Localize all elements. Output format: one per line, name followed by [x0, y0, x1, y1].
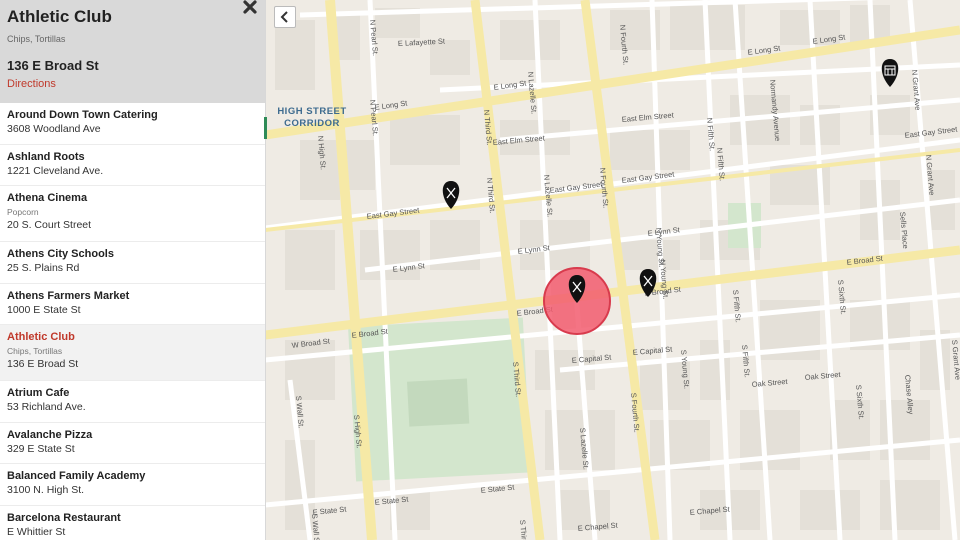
location-list-item[interactable]: Athena Cinema Popcorn 20 S. Court Street	[0, 186, 265, 242]
close-icon[interactable]	[242, 0, 258, 19]
location-address: 3100 N. High St.	[7, 484, 85, 496]
location-name: Avalanche Pizza	[7, 428, 93, 441]
detail-title: Athletic Club	[7, 7, 112, 26]
park-building	[406, 378, 470, 427]
location-address: E Whittier St	[7, 525, 66, 538]
location-list: Around Down Town Catering 3608 Woodland A…	[0, 103, 265, 540]
location-address: 136 E Broad St	[7, 358, 79, 370]
detail-address: 136 E Broad St	[7, 58, 99, 73]
area-label: HIGH STREET	[277, 106, 346, 117]
location-name: Around Down Town Catering	[7, 109, 158, 121]
location-tags: Chips, Tortillas	[7, 346, 63, 356]
location-name: Athens City Schools	[7, 248, 114, 260]
sidebar-toggle-tab[interactable]	[264, 117, 267, 139]
location-list-item[interactable]: Balanced Family Academy 3100 N. High St.	[0, 464, 265, 506]
map-canvas[interactable]: E Lafayette St E Long St E Long St E Lon…	[265, 0, 960, 540]
location-list-item[interactable]: Barcelona Restaurant E Whittier St	[0, 506, 265, 540]
location-list-item[interactable]: Athletic Club Chips, Tortillas 136 E Broad…	[0, 325, 265, 381]
directions-link[interactable]: Directions	[7, 78, 56, 90]
location-name: Athens Farmers Market	[7, 289, 130, 302]
sidebar: Athletic Club Chips, Tortillas 136 E Bro…	[0, 0, 266, 540]
location-list-item[interactable]: Ashland Roots 1221 Cleveland Ave.	[0, 145, 265, 186]
location-address: 329 E State St	[7, 442, 75, 455]
location-address: 25 S. Plains Rd	[7, 262, 80, 274]
location-address: 53 Richland Ave.	[7, 401, 86, 413]
chevron-left-icon	[280, 11, 288, 23]
area-label: CORRIDOR	[284, 118, 340, 129]
location-address: 20 S. Court Street	[7, 219, 92, 231]
location-name: Barcelona Restaurant	[7, 511, 121, 524]
location-address: 3608 Woodland Ave	[7, 123, 101, 135]
location-tags: Popcorn	[7, 207, 39, 217]
location-name: Athena Cinema	[7, 192, 88, 204]
location-list-item[interactable]: Around Down Town Catering 3608 Woodland A…	[0, 103, 265, 145]
location-name: Athletic Club	[7, 331, 75, 343]
close-icon-glyph	[243, 0, 257, 14]
location-name: Atrium Cafe	[7, 387, 70, 399]
location-name: Balanced Family Academy	[7, 470, 146, 482]
location-list-item[interactable]: Athens City Schools 25 S. Plains Rd	[0, 242, 265, 284]
detail-subtitle: Chips, Tortillas	[7, 34, 66, 44]
location-address: 1221 Cleveland Ave.	[7, 164, 104, 177]
map-view[interactable]: E Lafayette St E Long St E Long St E Lon…	[265, 0, 960, 540]
location-detail-panel: Athletic Club Chips, Tortillas 136 E Bro…	[0, 0, 265, 103]
location-list-item[interactable]: Avalanche Pizza 329 E State St	[0, 423, 265, 464]
location-list-item[interactable]: Atrium Cafe 53 Richland Ave.	[0, 381, 265, 423]
location-list-item[interactable]: Athens Farmers Market 1000 E State St	[0, 284, 265, 325]
location-address: 1000 E State St	[7, 303, 81, 316]
back-button[interactable]	[274, 6, 296, 28]
location-name: Ashland Roots	[7, 150, 85, 163]
